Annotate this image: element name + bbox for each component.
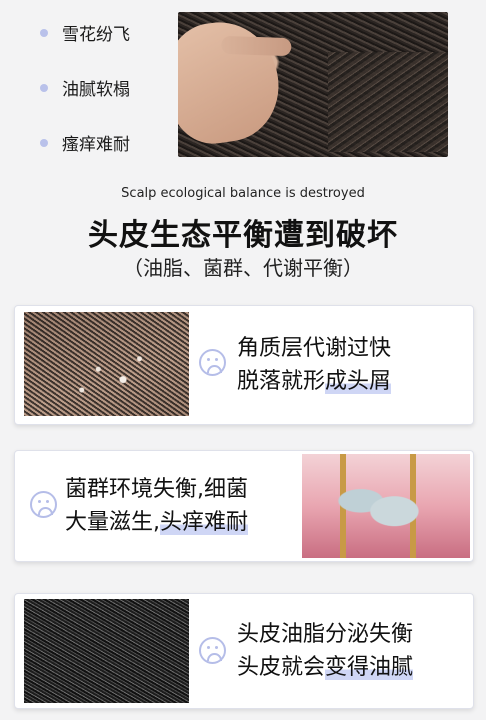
sad-face-icon	[199, 637, 226, 664]
symptom-label: 瘙痒难耐	[62, 135, 130, 155]
card-line: 脱落就形成头屑	[237, 365, 392, 398]
card-text: 角质层代谢过快 脱落就形成头屑	[237, 332, 392, 398]
card-line-highlight: 成头屑	[325, 369, 392, 394]
symptom-label: 油腻软榻	[62, 80, 130, 100]
card-line-highlight: 变得油腻	[325, 655, 414, 680]
bullet-dot-icon	[40, 138, 48, 147]
card-line: 大量滋生,头痒难耐	[65, 506, 249, 539]
card-text: 头皮油脂分泌失衡 头皮就会变得油腻	[237, 618, 414, 684]
symptom-label: 雪花纷飞	[62, 25, 130, 45]
english-subtitle: Scalp ecological balance is destroyed	[121, 186, 365, 201]
title-parenthetical: （油脂、菌群、代谢平衡）	[123, 256, 363, 280]
sad-face-icon	[30, 491, 57, 518]
info-card-dandruff: 角质层代谢过快 脱落就形成头屑	[14, 305, 474, 425]
card-line: 头皮就会变得油腻	[237, 651, 414, 684]
bullet-dot-icon	[40, 83, 48, 92]
card-line: 菌群环境失衡,细菌	[65, 477, 248, 502]
card-line-plain: 头皮就会	[237, 655, 326, 680]
oily-hair-photo	[24, 599, 189, 703]
scalp-mites-illustration	[302, 454, 470, 558]
scratching-scalp-photo	[178, 12, 448, 157]
card-line: 角质层代谢过快	[237, 336, 392, 361]
page-title: 头皮生态平衡遭到破坏	[88, 218, 398, 253]
bullet-dot-icon	[40, 28, 48, 37]
sad-face-icon	[199, 349, 226, 376]
card-line-plain: 脱落就形	[237, 369, 326, 394]
info-card-oil: 头皮油脂分泌失衡 头皮就会变得油腻	[14, 593, 474, 709]
card-text: 菌群环境失衡,细菌 大量滋生,头痒难耐	[65, 473, 249, 539]
card-line: 头皮油脂分泌失衡	[237, 622, 414, 647]
card-line-highlight: 头痒难耐	[160, 510, 249, 535]
symptom-item: 油腻软榻	[40, 75, 130, 100]
scalp-flakes-photo	[24, 312, 189, 416]
card-line-plain: 大量滋生,	[65, 510, 160, 535]
info-card-bacteria: 菌群环境失衡,细菌 大量滋生,头痒难耐	[14, 450, 474, 562]
symptom-item: 瘙痒难耐	[40, 130, 130, 155]
symptom-item: 雪花纷飞	[40, 20, 130, 45]
